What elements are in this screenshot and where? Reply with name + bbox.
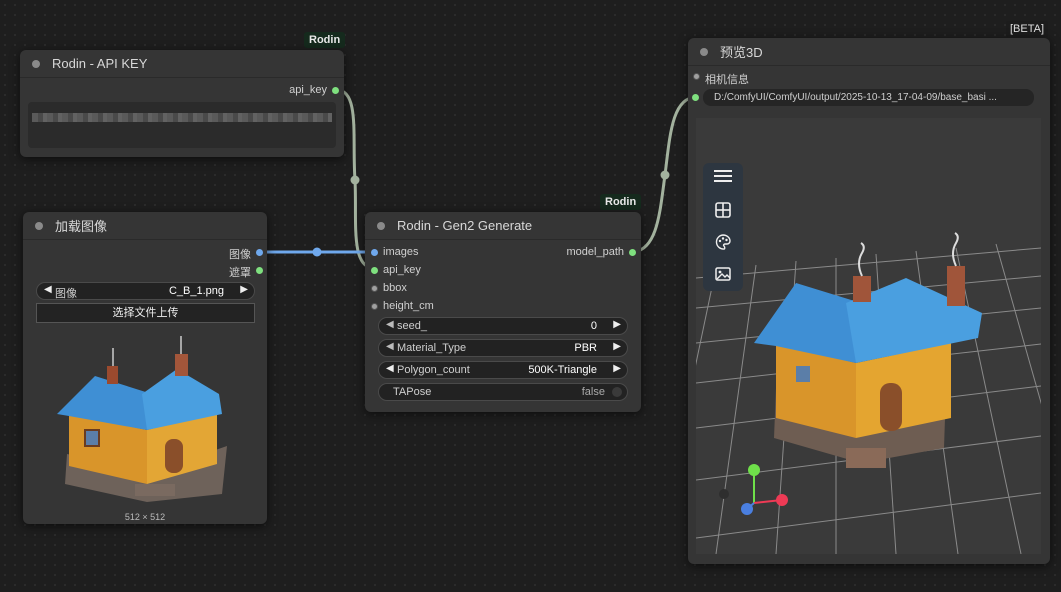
- api-key-input-slot[interactable]: [371, 267, 378, 274]
- image-icon[interactable]: [713, 266, 733, 286]
- loaded-image-preview: [57, 336, 227, 502]
- mask-output-label: 遮罩: [229, 267, 251, 279]
- image-select-label: 图像: [55, 288, 77, 300]
- api-key-node-badge: Rodin: [304, 32, 346, 48]
- gen2-node-title: Rodin - Gen2 Generate: [397, 218, 533, 233]
- gen2-generate-node[interactable]: Rodin - Gen2 Generate images api_key bbo…: [365, 212, 641, 412]
- api-key-output-label: api_key: [289, 84, 327, 96]
- collapse-dot-icon[interactable]: [35, 221, 43, 230]
- menu-icon[interactable]: [713, 169, 733, 189]
- viewer-toolbar: [703, 163, 743, 291]
- gen2-node-badge: Rodin: [600, 194, 642, 210]
- material-type-label: Material_Type: [397, 342, 467, 354]
- api-key-node[interactable]: Rodin - API KEY api_key: [20, 50, 344, 157]
- increment-arrow-icon[interactable]: ▶: [613, 341, 621, 352]
- polygon-count-label: Polygon_count: [397, 364, 470, 376]
- seed-value: 0: [590, 320, 597, 332]
- link-midpoint: [312, 247, 322, 257]
- bbox-input-slot[interactable]: [371, 285, 378, 292]
- load-image-node[interactable]: 加载图像 图像 遮罩 ◀ 图像 C_B_1.png ▶ 选择文件上传 512 ×…: [23, 212, 267, 524]
- collapse-dot-icon[interactable]: [377, 221, 385, 230]
- preview-node-header[interactable]: 预览3D: [688, 38, 1050, 66]
- mask-output-slot[interactable]: [256, 267, 263, 274]
- model-file-path-field[interactable]: D:/ComfyUI/ComfyUI/output/2025-10-13_17-…: [703, 89, 1034, 106]
- api-key-node-header[interactable]: Rodin - API KEY: [20, 50, 344, 78]
- link-model-path-to-preview: [632, 95, 697, 254]
- images-input-slot[interactable]: [371, 249, 378, 256]
- tapose-toggle[interactable]: TAPose false: [378, 383, 628, 401]
- palette-icon[interactable]: [713, 234, 733, 254]
- load-image-node-header[interactable]: 加载图像: [23, 212, 267, 240]
- decrement-arrow-icon[interactable]: ◀: [386, 363, 394, 374]
- material-type-value: PBR: [574, 342, 597, 354]
- image-select-widget[interactable]: ◀ 图像 C_B_1.png ▶: [36, 282, 255, 300]
- model-path-output-slot[interactable]: [629, 249, 636, 256]
- increment-arrow-icon[interactable]: ▶: [613, 363, 621, 374]
- model-path-output-label: model_path: [566, 246, 625, 258]
- height-cm-input-label: height_cm: [383, 300, 434, 312]
- api-key-input-label: api_key: [383, 264, 421, 276]
- image-size-caption: 512 × 512: [124, 512, 166, 522]
- api-key-masked-value: [32, 113, 332, 122]
- decrement-arrow-icon[interactable]: ◀: [386, 319, 394, 330]
- camera-info-label: 相机信息: [705, 74, 749, 86]
- polygon-count-value: 500K-Triangle: [528, 364, 597, 376]
- upload-file-button[interactable]: 选择文件上传: [36, 303, 255, 323]
- collapse-dot-icon[interactable]: [32, 59, 40, 68]
- tapose-label: TAPose: [393, 386, 432, 398]
- seed-label: seed_: [397, 320, 427, 332]
- 3d-viewport[interactable]: [696, 118, 1041, 554]
- model-file-input-slot[interactable]: [692, 94, 699, 101]
- preview-node-title: 预览3D: [720, 45, 763, 60]
- link-midpoint: [660, 170, 670, 180]
- grid-view-icon[interactable]: [713, 202, 733, 222]
- toggle-knob-icon[interactable]: [612, 387, 622, 397]
- seed-widget[interactable]: ◀ seed_ 0 ▶: [378, 317, 628, 335]
- collapse-dot-icon[interactable]: [700, 47, 708, 56]
- camera-info-input-slot[interactable]: [693, 73, 700, 80]
- bbox-input-label: bbox: [383, 282, 407, 294]
- api-key-textarea[interactable]: [28, 102, 336, 148]
- decrement-arrow-icon[interactable]: ◀: [386, 341, 394, 352]
- image-select-value: C_B_1.png: [168, 285, 224, 297]
- load-image-node-title: 加载图像: [55, 219, 108, 234]
- preview-node-badge: [BETA]: [1006, 21, 1049, 37]
- polygon-count-widget[interactable]: ◀ Polygon_count 500K-Triangle ▶: [378, 361, 628, 379]
- increment-arrow-icon[interactable]: ▶: [613, 319, 621, 330]
- gen2-node-header[interactable]: Rodin - Gen2 Generate: [365, 212, 641, 240]
- link-midpoint: [350, 175, 360, 185]
- decrement-arrow-icon[interactable]: ◀: [44, 284, 52, 295]
- height-cm-input-slot[interactable]: [371, 303, 378, 310]
- images-input-label: images: [383, 246, 419, 258]
- api-key-output-slot[interactable]: [332, 87, 339, 94]
- image-output-label: 图像: [229, 249, 251, 261]
- image-output-slot[interactable]: [256, 249, 263, 256]
- material-type-widget[interactable]: ◀ Material_Type PBR ▶: [378, 339, 628, 357]
- 3d-scene: [696, 232, 1041, 554]
- increment-arrow-icon[interactable]: ▶: [240, 284, 248, 295]
- api-key-node-title: Rodin - API KEY: [52, 56, 148, 71]
- tapose-value: false: [581, 386, 605, 398]
